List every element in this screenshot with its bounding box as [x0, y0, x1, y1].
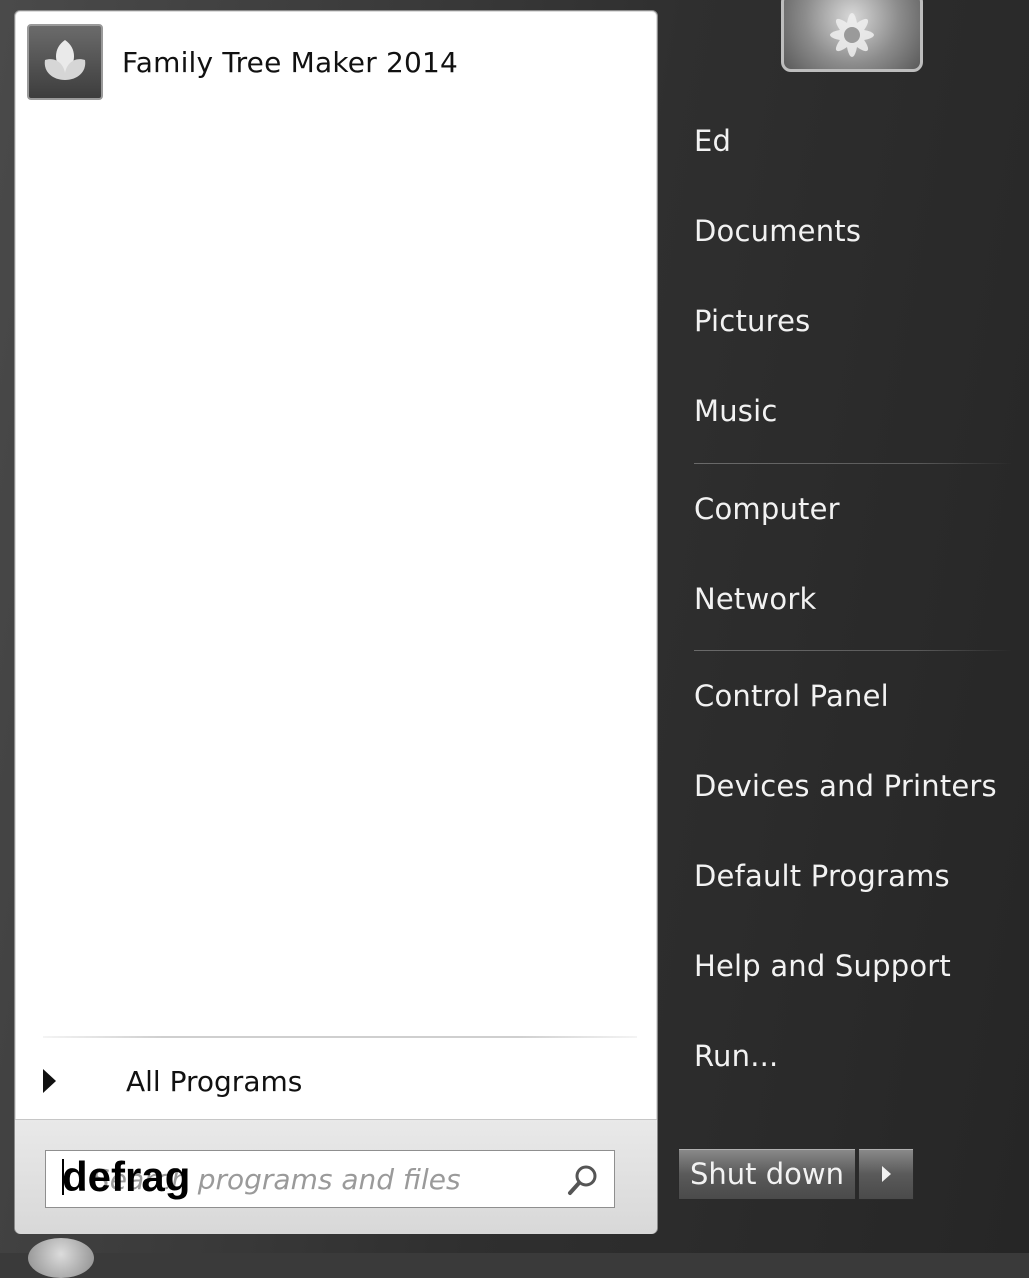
menu-item-documents[interactable]: Documents	[694, 214, 861, 248]
menu-item-user[interactable]: Ed	[694, 124, 731, 158]
search-input[interactable]: Search programs and files defrag	[45, 1150, 615, 1208]
all-programs-button[interactable]: All Programs	[35, 1051, 635, 1111]
divider	[694, 650, 1012, 651]
menu-item-help-and-support[interactable]: Help and Support	[694, 949, 951, 983]
search-typed-text: defrag	[62, 1153, 191, 1200]
programs-pane: Family Tree Maker 2014 All Programs Sear…	[14, 10, 658, 1234]
shutdown-group: Shut down	[678, 1148, 914, 1200]
menu-item-network[interactable]: Network	[694, 582, 816, 616]
menu-item-pictures[interactable]: Pictures	[694, 304, 810, 338]
menu-item-music[interactable]: Music	[694, 394, 778, 428]
menu-item-default-programs[interactable]: Default Programs	[694, 859, 950, 893]
menu-item-devices-and-printers[interactable]: Devices and Printers	[694, 769, 997, 803]
arrow-right-icon	[43, 1069, 56, 1093]
menu-item-computer[interactable]: Computer	[694, 492, 840, 526]
shutdown-options-button[interactable]	[858, 1148, 914, 1200]
pinned-program-family-tree-maker[interactable]: Family Tree Maker 2014	[27, 23, 627, 101]
text-caret	[62, 1159, 64, 1195]
shutdown-button[interactable]: Shut down	[678, 1148, 856, 1200]
start-orb[interactable]	[28, 1238, 94, 1278]
search-icon[interactable]	[566, 1163, 600, 1197]
divider	[43, 1036, 637, 1038]
menu-item-control-panel[interactable]: Control Panel	[694, 679, 889, 713]
pinned-program-label: Family Tree Maker 2014	[122, 45, 459, 79]
user-picture[interactable]	[781, 0, 923, 72]
all-programs-label: All Programs	[126, 1064, 303, 1098]
start-menu: Family Tree Maker 2014 All Programs Sear…	[0, 0, 1029, 1278]
search-area: Search programs and files defrag	[15, 1119, 657, 1234]
menu-item-run[interactable]: Run...	[694, 1039, 778, 1073]
family-tree-maker-icon	[27, 24, 103, 100]
divider	[694, 463, 1012, 464]
arrow-right-icon	[881, 1166, 891, 1182]
